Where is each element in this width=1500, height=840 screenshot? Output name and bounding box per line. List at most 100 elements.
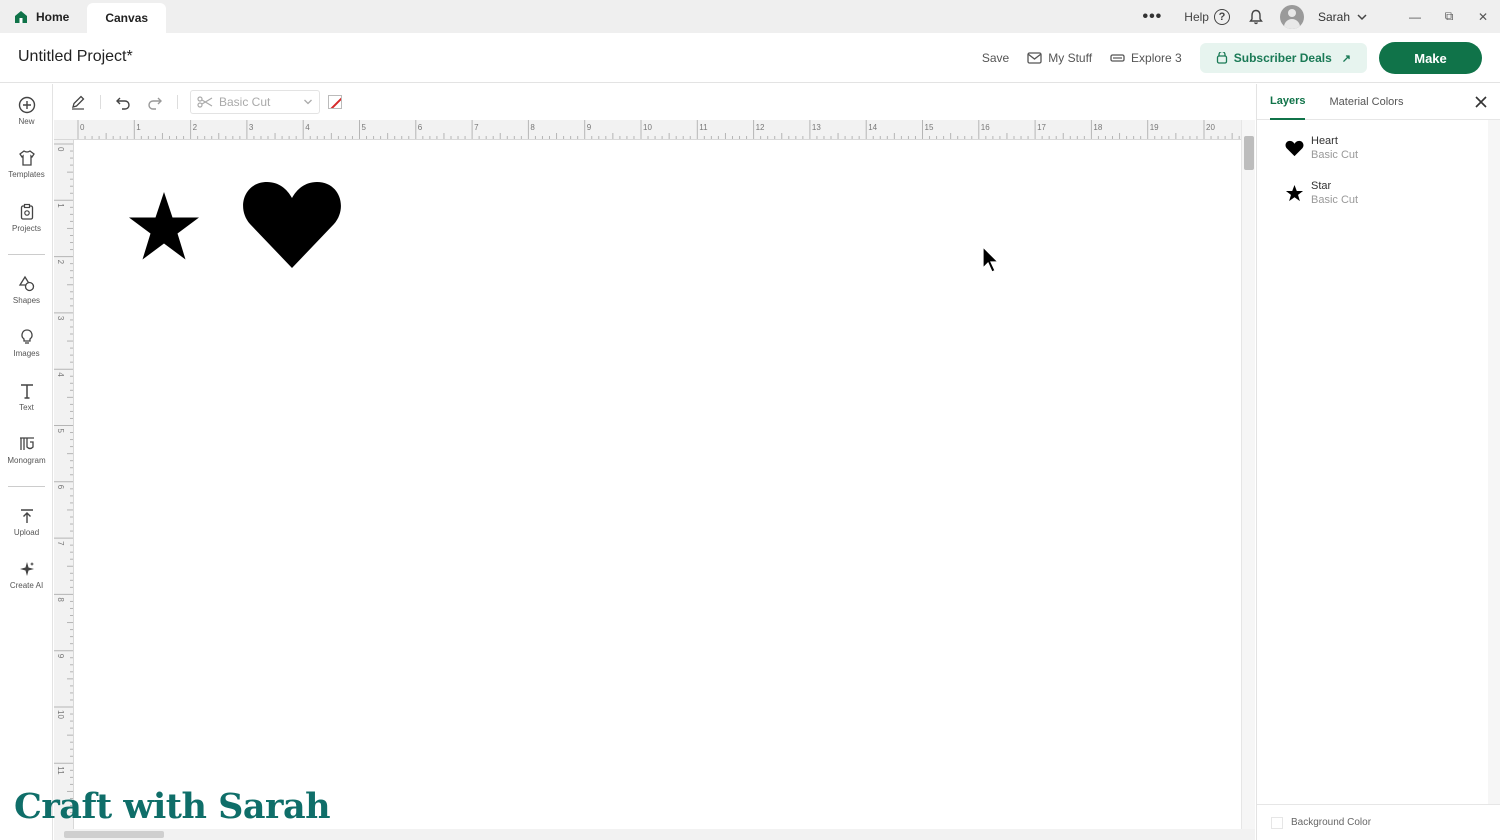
canvas-horizontal-scrollbar[interactable]	[54, 829, 1255, 840]
upload-icon	[20, 509, 33, 523]
heart-icon	[1285, 140, 1304, 156]
ruler-label: 2	[56, 260, 65, 265]
chevron-down-icon	[304, 99, 312, 105]
more-menu-button[interactable]: •••	[1142, 8, 1162, 26]
rail-item-shapes[interactable]: Shapes	[0, 275, 53, 323]
tab-material-colors[interactable]: Material Colors	[1329, 84, 1403, 120]
ruler-label: 16	[981, 123, 990, 132]
color-swatch[interactable]	[328, 95, 342, 109]
ruler-label: 18	[1093, 123, 1102, 132]
panel-tabs: Layers Material Colors	[1257, 84, 1500, 120]
user-name[interactable]: Sarah	[1318, 10, 1350, 24]
rail-item-projects[interactable]: Projects	[0, 203, 53, 251]
rail-item-images[interactable]: Images	[0, 328, 53, 376]
rail-item-label: Shapes	[12, 296, 41, 305]
ruler-label: 9	[587, 123, 592, 132]
ruler-label: 20	[1206, 123, 1215, 132]
machine-icon	[1110, 54, 1125, 62]
rail-item-label: Text	[19, 403, 34, 412]
ruler-label: 7	[474, 123, 479, 132]
background-color-swatch[interactable]	[1271, 816, 1283, 829]
layer-item-star[interactable]: Star Basic Cut	[1257, 173, 1487, 213]
ruler-label: 11	[699, 123, 708, 132]
save-button[interactable]: Save	[982, 51, 1009, 65]
canvas-toolbar: Basic Cut	[54, 84, 1255, 120]
rail-item-create-ai[interactable]: Create AI	[0, 560, 53, 608]
rail-item-monogram[interactable]: Monogram	[0, 435, 53, 483]
tab-canvas[interactable]: Canvas	[87, 3, 167, 33]
ruler-label: 8	[530, 123, 535, 132]
plus-circle-icon	[18, 96, 35, 114]
ruler-label: 0	[56, 147, 65, 152]
title-bar: Home Canvas ••• Help ? Sarah — ⧉ ✕	[0, 0, 1500, 33]
mail-icon	[1027, 52, 1042, 64]
layer-operation: Basic Cut	[1311, 194, 1359, 206]
my-stuff-label: My Stuff	[1048, 51, 1093, 65]
rail-item-label: Templates	[8, 170, 45, 179]
avatar[interactable]	[1279, 4, 1304, 29]
rail-item-upload[interactable]: Upload	[0, 507, 53, 555]
layer-name: Heart	[1311, 135, 1338, 147]
scrollbar-thumb[interactable]	[1244, 136, 1254, 170]
redo-button[interactable]	[139, 86, 171, 118]
tab-home[interactable]: Home	[0, 0, 87, 33]
shirt-icon	[18, 150, 35, 166]
help-button[interactable]: Help ?	[1184, 8, 1230, 25]
ruler-label: 10	[56, 710, 65, 719]
ruler-label: 3	[249, 123, 254, 132]
restore-button[interactable]: ⧉	[1432, 0, 1466, 33]
ruler-label: 2	[193, 123, 198, 132]
panel-scrollbar[interactable]	[1488, 120, 1500, 804]
rail-item-templates[interactable]: Templates	[0, 149, 53, 197]
ruler-label: 8	[56, 597, 65, 602]
scissors-icon	[197, 96, 213, 108]
rail-item-label: Upload	[13, 528, 40, 537]
ruler-label: 15	[925, 123, 934, 132]
background-color-row[interactable]: Background Color	[1257, 804, 1500, 840]
ruler-label: 4	[56, 372, 65, 377]
operation-select[interactable]: Basic Cut	[190, 90, 320, 114]
my-stuff-button[interactable]: My Stuff	[1027, 51, 1092, 65]
header-actions: Save My Stuff Explore 3 Subscriber Deals…	[982, 42, 1482, 74]
canvas-vertical-scrollbar[interactable]	[1241, 120, 1255, 830]
sparkle-icon	[19, 562, 34, 576]
layers-panel: Layers Material Colors Heart Basic Cut S…	[1256, 84, 1500, 840]
ruler-label: 1	[56, 203, 65, 208]
app-window: Home Canvas ••• Help ? Sarah — ⧉ ✕ Untit…	[0, 0, 1500, 840]
operation-label: Basic Cut	[219, 95, 271, 109]
machine-button[interactable]: Explore 3	[1110, 51, 1182, 65]
minimize-button[interactable]: —	[1398, 0, 1432, 33]
vertical-ruler: 0 1 2 3 4 5 6 7 8 9 10 11	[54, 140, 74, 830]
edit-button[interactable]	[62, 86, 94, 118]
project-header: Untitled Project* Save My Stuff Explore …	[0, 33, 1500, 83]
chevron-down-icon[interactable]	[1356, 11, 1368, 23]
home-icon	[15, 10, 27, 23]
heart-shape[interactable]	[242, 180, 342, 270]
star-shape[interactable]	[126, 190, 202, 262]
design-canvas[interactable]	[74, 140, 1242, 830]
make-button[interactable]: Make	[1379, 42, 1482, 74]
scrollbar-thumb[interactable]	[64, 831, 164, 838]
undo-button[interactable]	[107, 86, 139, 118]
close-window-button[interactable]: ✕	[1466, 0, 1500, 33]
tab-canvas-label: Canvas	[105, 11, 149, 25]
ruler-label: 6	[418, 123, 423, 132]
project-title[interactable]: Untitled Project*	[18, 48, 133, 66]
ruler-label: 1	[136, 123, 141, 132]
tab-layers[interactable]: Layers	[1270, 84, 1306, 120]
monogram-icon	[19, 437, 34, 450]
rail-divider	[8, 254, 45, 255]
close-icon[interactable]	[1474, 95, 1488, 109]
subscriber-deals-label: Subscriber Deals	[1233, 51, 1332, 65]
rail-divider	[8, 486, 45, 487]
ruler-label: 12	[756, 123, 765, 132]
help-label: Help	[1184, 9, 1209, 24]
rail-item-new[interactable]: New	[0, 96, 53, 144]
layer-text: Star Basic Cut	[1311, 180, 1358, 206]
bell-icon[interactable]	[1248, 9, 1264, 25]
ruler-label: 5	[56, 429, 65, 434]
layer-item-heart[interactable]: Heart Basic Cut	[1257, 128, 1487, 168]
subscriber-deals-button[interactable]: Subscriber Deals ↗	[1199, 43, 1367, 73]
text-icon	[20, 384, 33, 399]
rail-item-text[interactable]: Text	[0, 382, 53, 430]
